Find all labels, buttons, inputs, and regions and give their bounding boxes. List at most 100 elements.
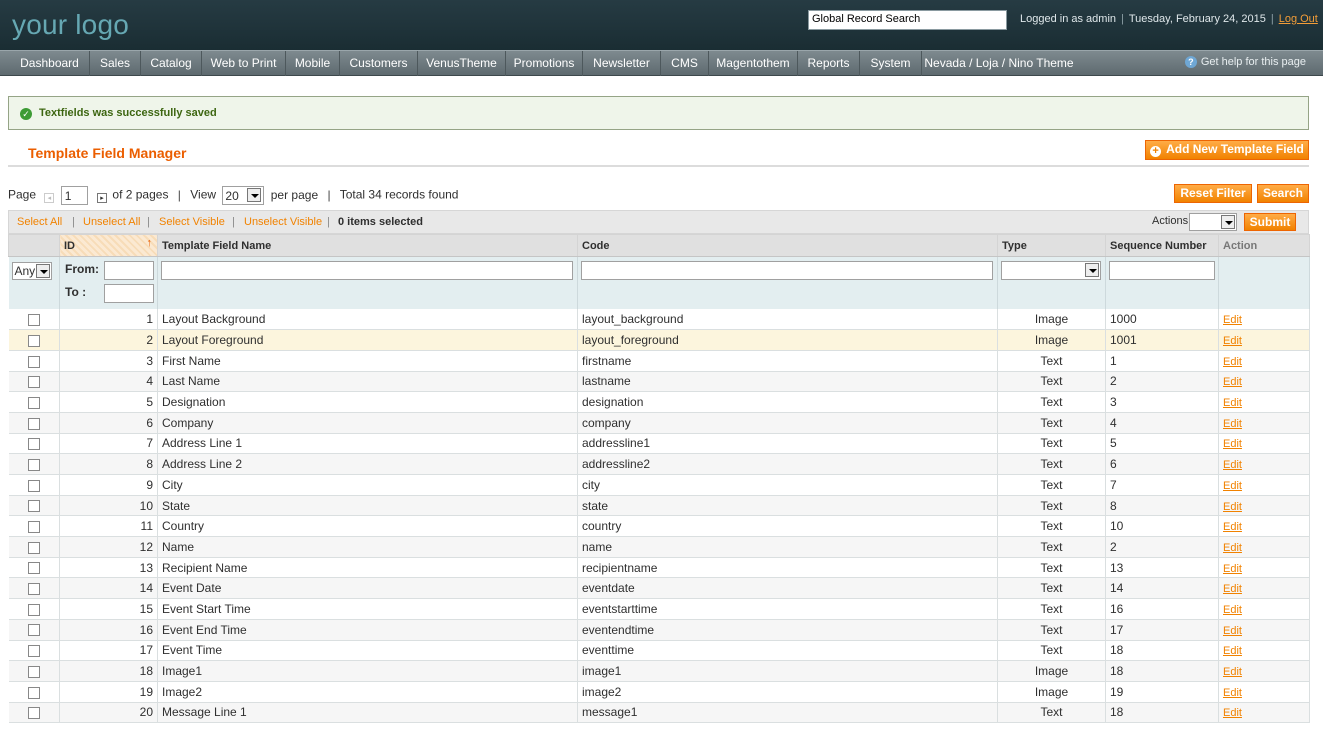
edit-link[interactable]: Edit [1223, 583, 1242, 595]
prev-page-icon[interactable]: ◂ [44, 192, 55, 203]
edit-link[interactable]: Edit [1223, 563, 1242, 575]
row-checkbox[interactable] [27, 396, 40, 409]
row-checkbox[interactable] [27, 562, 40, 575]
row-checkbox[interactable] [27, 417, 40, 430]
nav-item-catalog[interactable]: Catalog [141, 51, 202, 76]
filter-sequence-input[interactable] [1109, 261, 1215, 280]
edit-link[interactable]: Edit [1223, 687, 1242, 699]
row-checkbox[interactable] [27, 541, 40, 554]
col-header-type[interactable]: Type [997, 234, 1106, 257]
filter-code-input[interactable] [581, 261, 993, 280]
help-link[interactable]: ? Get help for this page [1184, 56, 1306, 68]
row-checkbox[interactable] [27, 707, 40, 720]
global-search-input[interactable]: Global Record Search [808, 10, 1007, 30]
edit-link[interactable]: Edit [1223, 666, 1242, 678]
row-checkbox[interactable] [27, 686, 40, 699]
edit-link[interactable]: Edit [1223, 480, 1242, 492]
table-row[interactable]: 1 Layout Background layout_background Image… [8, 309, 1310, 331]
row-checkbox[interactable] [27, 645, 40, 658]
col-header-id[interactable]: ID ↑ [59, 234, 158, 257]
add-template-field-button[interactable]: + Add New Template Field [1145, 140, 1309, 160]
row-checkbox[interactable] [27, 624, 40, 637]
row-checkbox[interactable] [27, 479, 40, 492]
table-row[interactable]: 8 Address Line 2 addressline2 Text 6 Edit [8, 453, 1310, 475]
table-row[interactable]: 15 Event Start Time eventstarttime Text 16 Ed… [8, 598, 1310, 620]
any-select[interactable]: Any [11, 262, 52, 280]
table-row[interactable]: 12 Name name Text 2 Edit [8, 536, 1310, 558]
row-checkbox[interactable] [27, 355, 40, 368]
row-checkbox[interactable] [27, 458, 40, 471]
logout-link[interactable]: Log Out [1279, 13, 1318, 25]
filter-id-to-input[interactable] [104, 284, 154, 303]
nav-item-reports[interactable]: Reports [798, 51, 860, 76]
edit-link[interactable]: Edit [1223, 604, 1242, 616]
col-header-code[interactable]: Code [577, 234, 998, 257]
filter-id-from-input[interactable] [104, 261, 154, 280]
row-checkbox[interactable] [27, 603, 40, 616]
edit-link[interactable]: Edit [1223, 438, 1242, 450]
row-checkbox[interactable] [27, 313, 40, 326]
row-checkbox[interactable] [27, 500, 40, 513]
edit-link[interactable]: Edit [1223, 397, 1242, 409]
row-checkbox[interactable] [27, 334, 40, 347]
table-row[interactable]: 13 Recipient Name recipientname Text 13 Edit [8, 557, 1310, 579]
edit-link[interactable]: Edit [1223, 501, 1242, 513]
next-page-icon[interactable]: ▸ [97, 192, 108, 203]
edit-link[interactable]: Edit [1223, 376, 1242, 388]
table-row[interactable]: 9 City city Text 7 Edit [8, 474, 1310, 496]
edit-link[interactable]: Edit [1223, 356, 1242, 368]
row-checkbox[interactable] [27, 583, 40, 596]
table-row[interactable]: 16 Event End Time eventendtime Text 17 Edit [8, 619, 1310, 641]
search-button[interactable]: Search [1257, 184, 1309, 203]
edit-link[interactable]: Edit [1223, 542, 1242, 554]
select-all-link[interactable]: Select All [17, 216, 62, 228]
table-row[interactable]: 11 Country country Text 10 Edit [8, 515, 1310, 538]
edit-link[interactable]: Edit [1223, 521, 1242, 533]
reset-filter-button[interactable]: Reset Filter [1174, 184, 1252, 203]
logo[interactable]: your logo [12, 9, 129, 41]
row-checkbox[interactable] [27, 438, 40, 451]
nav-item-system[interactable]: System [860, 51, 922, 76]
nav-item-mobile[interactable]: Mobile [286, 51, 340, 76]
nav-item-customers[interactable]: Customers [340, 51, 418, 76]
edit-link[interactable]: Edit [1223, 707, 1242, 719]
edit-link[interactable]: Edit [1223, 335, 1242, 347]
per-page-select[interactable]: 20 [222, 186, 265, 205]
table-row[interactable]: 6 Company company Text 4 Edit [8, 412, 1310, 434]
edit-link[interactable]: Edit [1223, 459, 1242, 471]
table-row[interactable]: 20 Message Line 1 message1 Text 18 Edit [8, 702, 1310, 724]
table-row[interactable]: 3 First Name firstname Text 1 Edit [8, 350, 1310, 372]
table-row[interactable]: 4 Last Name lastname Text 2 Edit [8, 371, 1310, 393]
nav-item-dashboard[interactable]: Dashboard [10, 51, 90, 76]
col-header-name[interactable]: Template Field Name [157, 234, 578, 257]
nav-item-venustheme[interactable]: VenusTheme [418, 51, 506, 76]
table-row[interactable]: 18 Image1 image1 Image 18 Edit [8, 660, 1310, 682]
edit-link[interactable]: Edit [1223, 418, 1242, 430]
row-checkbox[interactable] [27, 376, 40, 389]
nav-item-newsletter[interactable]: Newsletter [583, 51, 661, 76]
nav-item-sales[interactable]: Sales [90, 51, 141, 76]
row-checkbox[interactable] [27, 521, 40, 534]
nav-item-nevada-theme[interactable]: Nevada / Loja / Nino Theme [922, 51, 1076, 76]
actions-select[interactable] [1189, 213, 1237, 231]
edit-link[interactable]: Edit [1223, 625, 1242, 637]
edit-link[interactable]: Edit [1223, 314, 1242, 326]
page-input[interactable]: 1 [60, 186, 88, 205]
unselect-all-link[interactable]: Unselect All [83, 216, 140, 228]
submit-button[interactable]: Submit [1244, 213, 1296, 231]
nav-item-cms[interactable]: CMS [661, 51, 709, 76]
filter-name-input[interactable] [161, 261, 573, 280]
nav-item-promotions[interactable]: Promotions [506, 51, 583, 76]
table-row[interactable]: 14 Event Date eventdate Text 14 Edit [8, 577, 1310, 600]
col-header-sequence[interactable]: Sequence Number [1105, 234, 1219, 257]
select-visible-link[interactable]: Select Visible [159, 216, 225, 228]
table-row[interactable]: 17 Event Time eventtime Text 18 Edit [8, 640, 1310, 662]
nav-item-web-to-print[interactable]: Web to Print [202, 51, 286, 76]
table-row[interactable]: 19 Image2 image2 Image 19 Edit [8, 681, 1310, 703]
nav-item-magentothem[interactable]: Magentothem [709, 51, 798, 76]
table-row[interactable]: 2 Layout Foreground layout_foreground Image… [8, 329, 1310, 351]
filter-type-select[interactable] [1001, 261, 1101, 280]
unselect-visible-link[interactable]: Unselect Visible [244, 216, 322, 228]
table-row[interactable]: 10 State state Text 8 Edit [8, 495, 1310, 517]
edit-link[interactable]: Edit [1223, 645, 1242, 657]
